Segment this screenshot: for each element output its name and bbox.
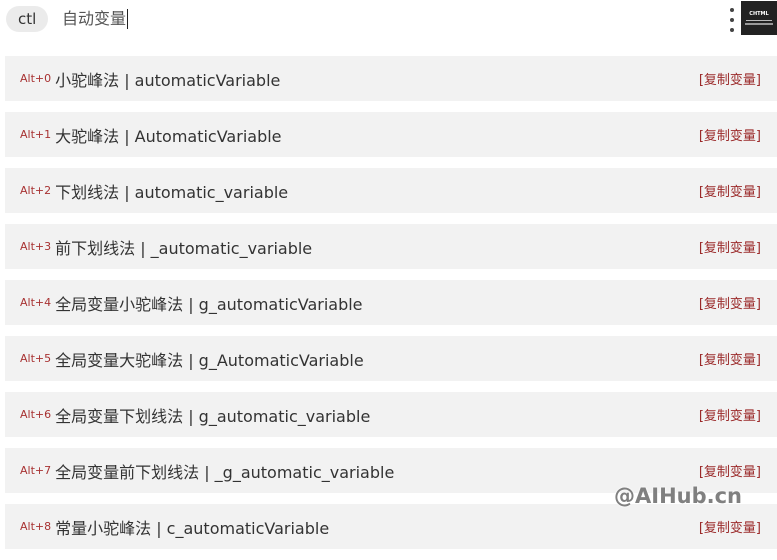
copy-variable-button[interactable]: [复制变量]: [699, 237, 761, 256]
kebab-menu-icon[interactable]: [728, 8, 736, 32]
copy-variable-button[interactable]: [复制变量]: [699, 293, 761, 312]
result-row[interactable]: Alt+1 大驼峰法 | AutomaticVariable [复制变量]: [5, 112, 777, 157]
prefix-badge[interactable]: ctl: [6, 6, 49, 32]
search-query-text: 自动变量: [62, 9, 127, 28]
result-hotkey: Alt+8: [20, 520, 52, 533]
result-hotkey: Alt+4: [20, 296, 52, 309]
result-hotkey: Alt+1: [20, 128, 52, 141]
result-row[interactable]: Alt+4 全局变量小驼峰法 | g_automaticVariable [复制…: [5, 280, 777, 325]
app-logo[interactable]: CHTML: [741, 1, 777, 35]
result-hotkey: Alt+6: [20, 408, 52, 421]
result-label: 全局变量下划线法 | g_automatic_variable: [55, 406, 371, 426]
copy-variable-button[interactable]: [复制变量]: [699, 181, 761, 200]
result-label: 下划线法 | automatic_variable: [55, 182, 289, 202]
app-logo-text: CHTML: [749, 11, 769, 17]
result-hotkey: Alt+5: [20, 352, 52, 365]
result-row[interactable]: Alt+8 常量小驼峰法 | c_automaticVariable [复制变量…: [5, 504, 777, 549]
copy-variable-button[interactable]: [复制变量]: [699, 69, 761, 88]
result-label: 小驼峰法 | automaticVariable: [55, 70, 281, 90]
result-label: 全局变量前下划线法 | _g_automatic_variable: [55, 462, 395, 482]
copy-variable-button[interactable]: [复制变量]: [699, 349, 761, 368]
result-hotkey: Alt+2: [20, 184, 52, 197]
copy-variable-button[interactable]: [复制变量]: [699, 125, 761, 144]
result-row[interactable]: Alt+5 全局变量大驼峰法 | g_AutomaticVariable [复制…: [5, 336, 777, 381]
result-hotkey: Alt+0: [20, 72, 52, 85]
copy-variable-button[interactable]: [复制变量]: [699, 461, 761, 480]
kebab-dot: [730, 8, 734, 12]
result-label: 大驼峰法 | AutomaticVariable: [55, 126, 282, 146]
result-label: 全局变量小驼峰法 | g_automaticVariable: [55, 294, 363, 314]
kebab-dot: [730, 28, 734, 32]
result-row[interactable]: Alt+6 全局变量下划线法 | g_automatic_variable [复…: [5, 392, 777, 437]
copy-variable-button[interactable]: [复制变量]: [699, 517, 761, 536]
app-logo-line: [746, 20, 772, 21]
app-logo-subline: [745, 23, 773, 25]
copy-variable-button[interactable]: [复制变量]: [699, 405, 761, 424]
watermark: @AIHub.cn: [614, 484, 742, 508]
search-bar: ctl 自动变量 CHTML: [0, 0, 777, 40]
result-row[interactable]: Alt+2 下划线法 | automatic_variable [复制变量]: [5, 168, 777, 213]
kebab-dot: [730, 18, 734, 22]
result-hotkey: Alt+3: [20, 240, 52, 253]
result-label: 常量小驼峰法 | c_automaticVariable: [55, 518, 330, 538]
search-input[interactable]: 自动变量: [62, 6, 129, 32]
text-caret: [127, 9, 129, 29]
result-row[interactable]: Alt+3 前下划线法 | _automatic_variable [复制变量]: [5, 224, 777, 269]
result-hotkey: Alt+7: [20, 464, 52, 477]
result-label: 前下划线法 | _automatic_variable: [55, 238, 313, 258]
result-label: 全局变量大驼峰法 | g_AutomaticVariable: [55, 350, 364, 370]
result-row[interactable]: Alt+0 小驼峰法 | automaticVariable [复制变量]: [5, 56, 777, 101]
